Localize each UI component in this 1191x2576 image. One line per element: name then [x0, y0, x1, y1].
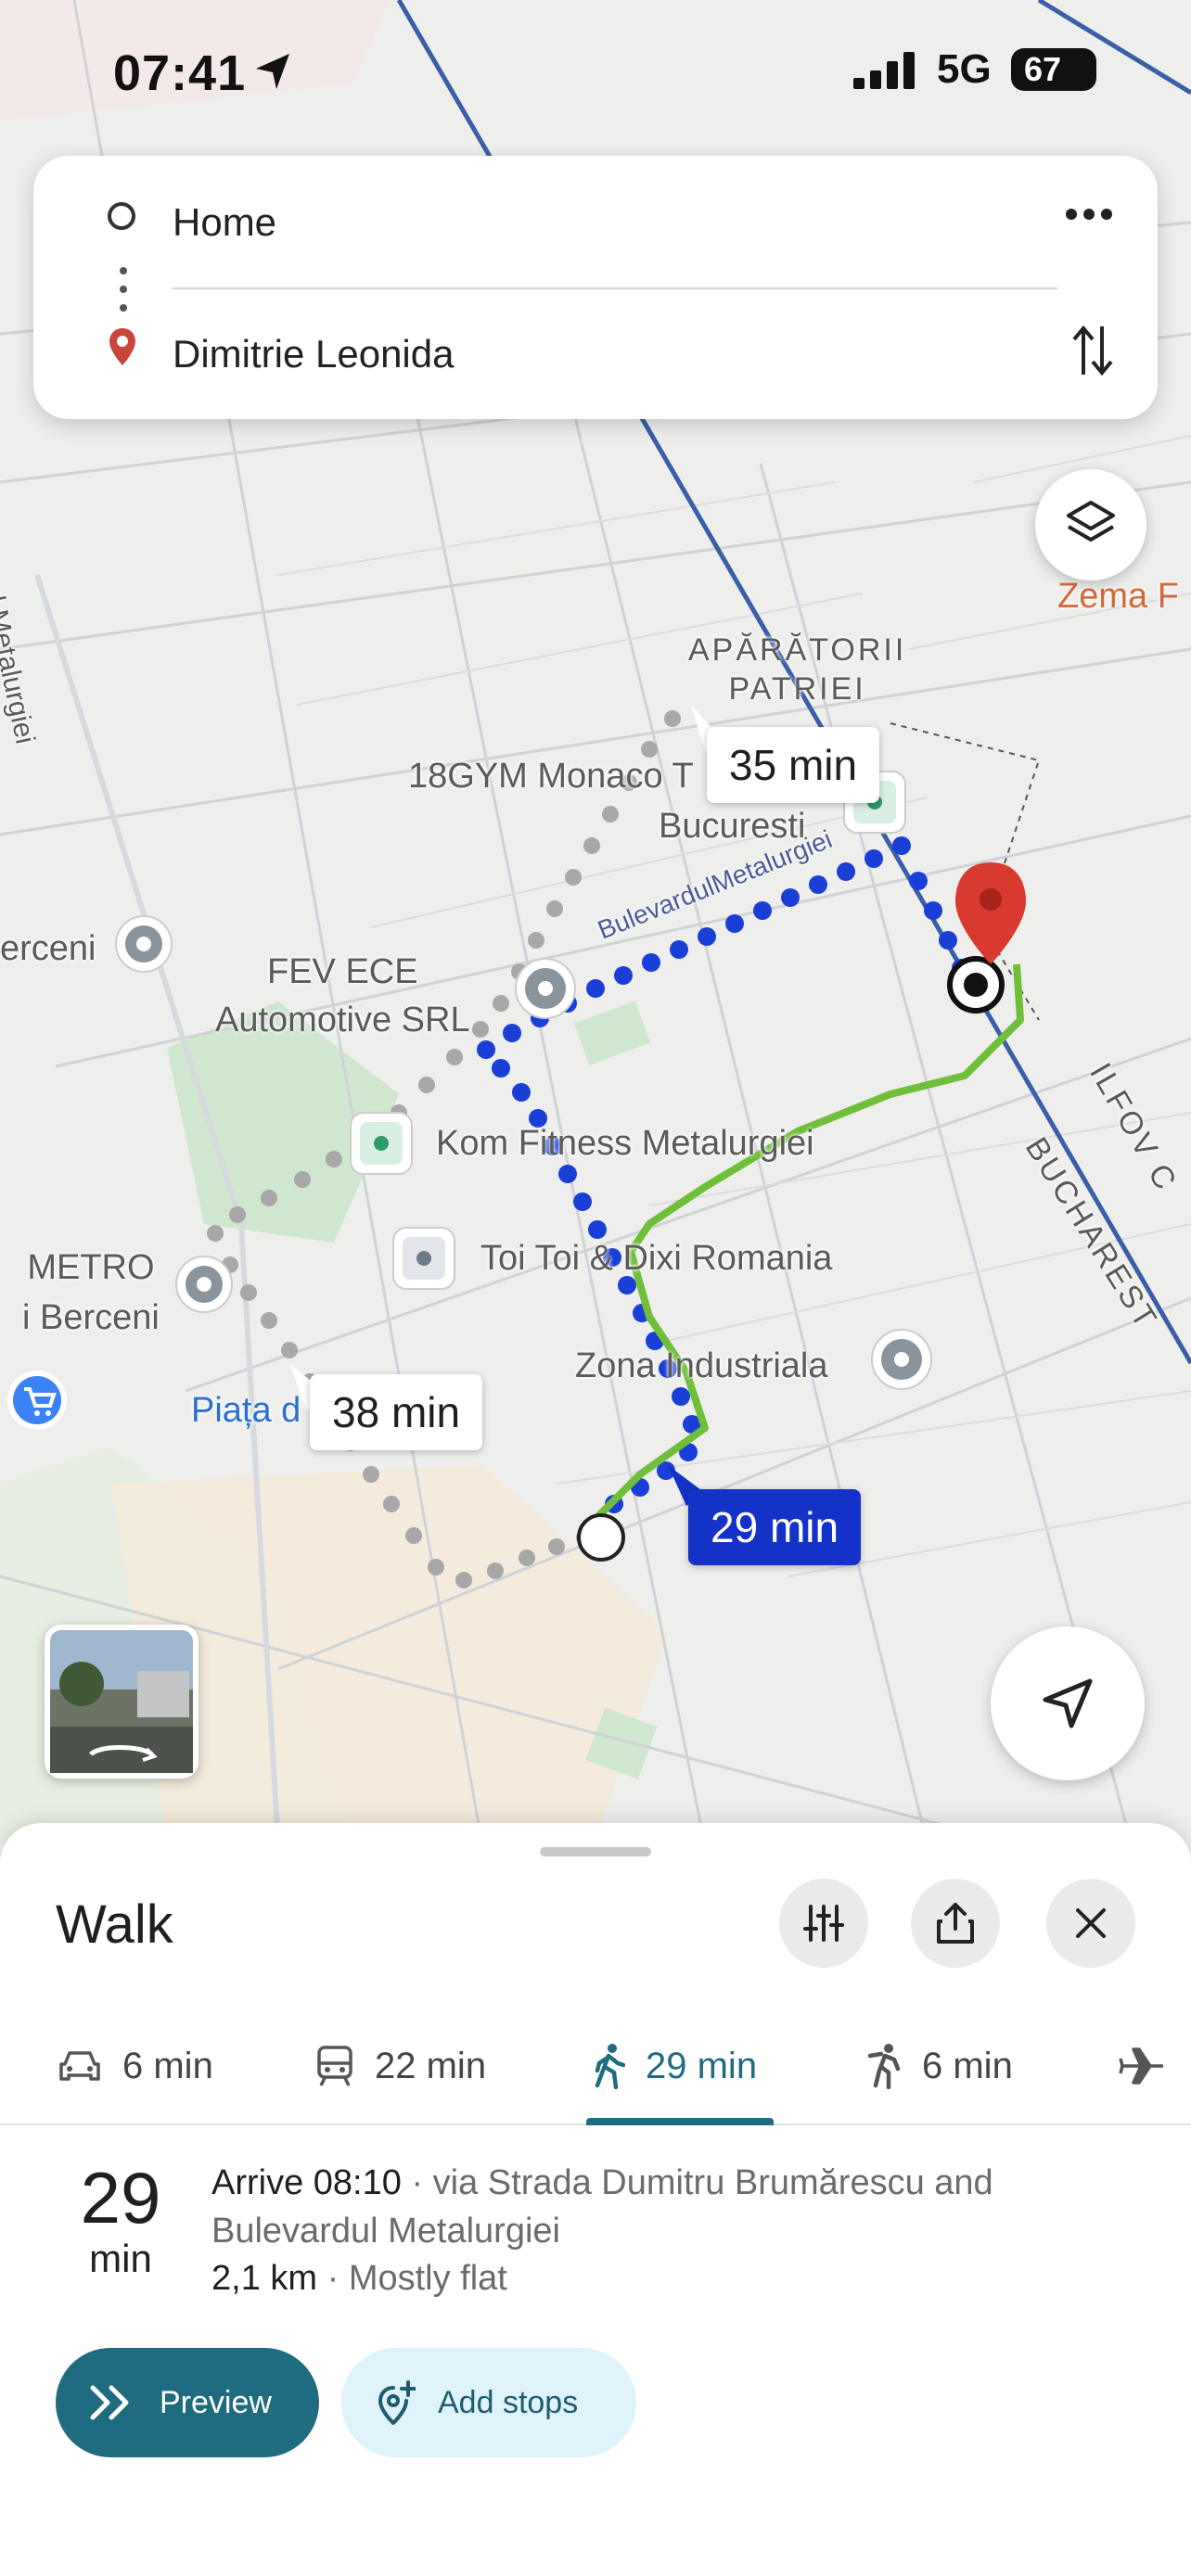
signal-icon	[853, 52, 915, 89]
start-point-marker	[577, 1513, 625, 1562]
route-summary[interactable]: Arrive 08:10 · via Strada Dumitru Brumăr…	[211, 2159, 1139, 2255]
my-location-button[interactable]	[991, 1626, 1145, 1780]
sliders-icon	[803, 1905, 844, 1942]
tab-walk-label: 29 min	[646, 2045, 758, 2086]
origin-row[interactable]: Home	[33, 172, 1158, 265]
map-label-zona: Zona Industriala	[575, 1346, 828, 1385]
fitness-marker-icon[interactable]	[350, 1112, 413, 1175]
share-button[interactable]	[911, 1879, 1000, 1968]
share-icon	[937, 1903, 974, 1944]
map-label-18gym: 18GYM Monaco T	[408, 757, 694, 796]
status-time: 07:41	[113, 45, 247, 101]
place-marker-icon[interactable]	[175, 1256, 233, 1313]
place-marker-icon[interactable]	[515, 958, 576, 1019]
close-icon	[1076, 1908, 1106, 1938]
layers-button[interactable]	[1035, 469, 1146, 580]
car-icon	[59, 2051, 100, 2081]
add-location-icon	[378, 2380, 416, 2425]
business-marker-icon[interactable]	[392, 1227, 455, 1290]
map-label-toi-toi: Toi Toi & Dixi Romania	[480, 1239, 833, 1278]
origin-label: Home	[173, 200, 277, 244]
route-options-button[interactable]	[779, 1879, 868, 1968]
origin-circle-icon	[108, 202, 135, 230]
destination-pin-small-icon	[109, 328, 135, 365]
place-marker-icon[interactable]	[871, 1329, 932, 1390]
route-distance: 2,1 km	[211, 2259, 318, 2298]
map-label-fev: FEV ECE Automotive SRL	[215, 952, 470, 1039]
route-time-chip-alt2[interactable]: 38 min	[310, 1374, 483, 1450]
active-tab-indicator	[586, 2118, 774, 2125]
more-options-icon[interactable]	[1065, 208, 1113, 221]
route-meta: 2,1 km · Mostly flat	[211, 2259, 507, 2299]
map-label-aparatorii: APĂRĂTORII PATRIEI	[688, 632, 907, 707]
double-chevron-icon	[90, 2385, 129, 2420]
tab-drive-label: 6 min	[122, 2045, 213, 2086]
route-time-chip-selected[interactable]: 29 min	[688, 1489, 862, 1565]
swap-route-icon[interactable]	[1072, 323, 1113, 378]
map-label-kom-fitness: Kom Fitness Metalurgiei	[436, 1124, 814, 1163]
network-type: 5G	[937, 46, 992, 92]
tab-rideshare[interactable]: 6 min	[868, 2009, 1013, 2123]
place-marker-icon[interactable]	[115, 915, 173, 973]
street-view-image	[50, 1630, 193, 1773]
status-bar: 07:41 5G 67	[0, 37, 1191, 102]
map-label-berceni: erceni	[0, 929, 96, 968]
tab-drive[interactable]: 6 min	[58, 2009, 213, 2123]
tab-walk[interactable]: 29 min	[594, 2009, 757, 2123]
card-divider	[173, 287, 1057, 289]
location-arrow-icon	[256, 54, 289, 89]
tab-transit-label: 22 min	[375, 2045, 487, 2086]
map-label-zema: Zema F	[1057, 577, 1179, 616]
map-label-piata: Piața d	[191, 1391, 301, 1430]
add-stops-button[interactable]: Add stops	[341, 2348, 636, 2457]
close-button[interactable]	[1046, 1879, 1135, 1968]
directions-sheet: Walk 6 min 22 min 29 min 6 min 29 min Ar…	[0, 1823, 1191, 2576]
route-card: Home Dimitrie Leonida	[33, 156, 1158, 419]
battery-indicator: 67	[1011, 48, 1096, 91]
route-time-chip-alt1[interactable]: 35 min	[707, 727, 880, 803]
walk-icon	[595, 2044, 625, 2089]
transit-icon	[317, 2046, 352, 2086]
map-label-metro: METRO i Berceni	[22, 1248, 160, 1337]
travel-mode-tabs: 6 min 22 min 29 min 6 min	[0, 2009, 1191, 2125]
preview-label: Preview	[160, 2384, 272, 2420]
arrival-time: Arrive 08:10	[211, 2163, 402, 2202]
duration-unit: min	[89, 2237, 152, 2280]
shopping-marker-icon[interactable]	[7, 1371, 67, 1430]
destination-row[interactable]: Dimitrie Leonida	[33, 304, 1158, 397]
sheet-title: Walk	[56, 1894, 173, 1955]
layers-icon	[1067, 501, 1115, 542]
tab-flight[interactable]	[1119, 2009, 1185, 2123]
sheet-handle[interactable]	[540, 1847, 651, 1856]
preview-button[interactable]: Preview	[56, 2348, 319, 2457]
tab-rideshare-label: 6 min	[922, 2045, 1013, 2086]
flight-icon	[1119, 2047, 1163, 2085]
route-duration: 29 min	[56, 2159, 186, 2281]
street-view-thumbnail[interactable]	[45, 1625, 198, 1779]
rideshare-icon	[868, 2044, 901, 2089]
add-stops-label: Add stops	[438, 2384, 579, 2420]
tab-transit[interactable]: 22 min	[315, 2009, 486, 2123]
duration-value: 29	[80, 2157, 161, 2238]
destination-label: Dimitrie Leonida	[173, 332, 455, 376]
route-terrain: · Mostly flat	[317, 2259, 507, 2298]
navigation-arrow-icon	[1043, 1678, 1093, 1728]
